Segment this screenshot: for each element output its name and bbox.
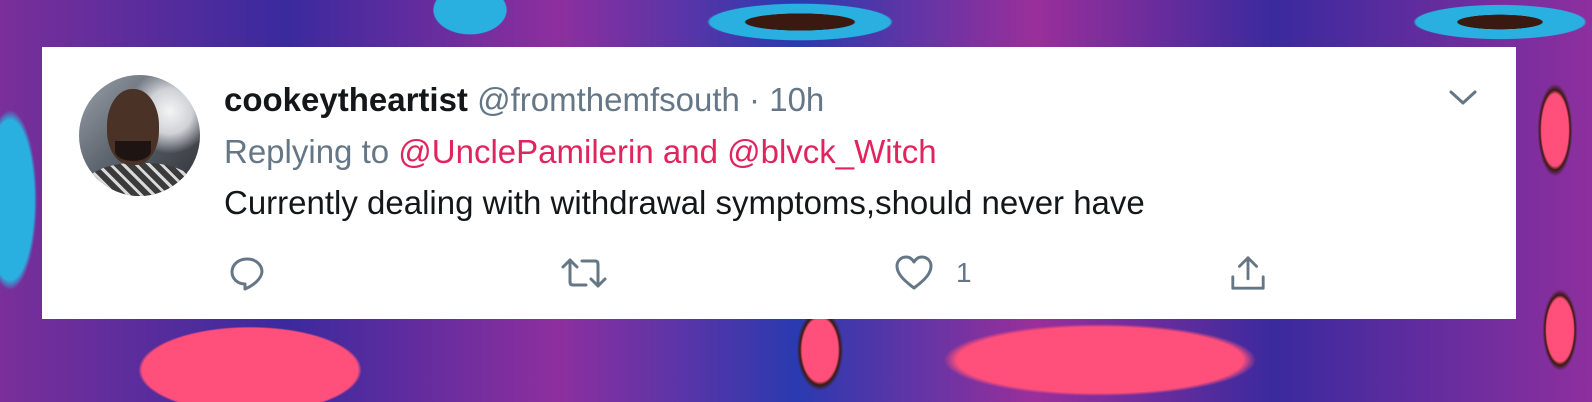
timestamp[interactable]: 10h <box>769 81 824 118</box>
reply-bubble-icon <box>230 257 264 291</box>
chevron-down-icon[interactable] <box>1448 87 1478 107</box>
avatar-beard <box>115 141 151 161</box>
replying-prefix: Replying to <box>224 133 390 170</box>
share-icon <box>1231 256 1265 290</box>
avatar[interactable] <box>79 75 200 196</box>
user-handle[interactable]: @fromthemfsouth <box>477 81 740 118</box>
like-button[interactable]: 1 <box>894 253 972 293</box>
replying-to: Replying to @UnclePamilerin and @blvck_W… <box>224 133 937 171</box>
share-button[interactable] <box>1228 253 1268 293</box>
display-name[interactable]: cookeytheartist <box>224 81 468 118</box>
like-count: 1 <box>956 257 972 288</box>
retweet-button[interactable] <box>560 253 608 293</box>
reply-mentions[interactable]: @UnclePamilerin and @blvck_Witch <box>398 133 936 170</box>
tweet-header: cookeytheartist @fromthemfsouth · 10h <box>224 81 824 119</box>
avatar-shirt <box>85 163 195 196</box>
heart-icon <box>895 255 933 290</box>
tweet-text: Currently dealing with withdrawal sympto… <box>224 184 1145 221</box>
retweet-icon <box>561 258 607 288</box>
tweet-card[interactable]: cookeytheartist @fromthemfsouth · 10h Re… <box>42 47 1516 319</box>
separator-dot: · <box>749 81 761 118</box>
reply-button[interactable] <box>228 253 266 293</box>
